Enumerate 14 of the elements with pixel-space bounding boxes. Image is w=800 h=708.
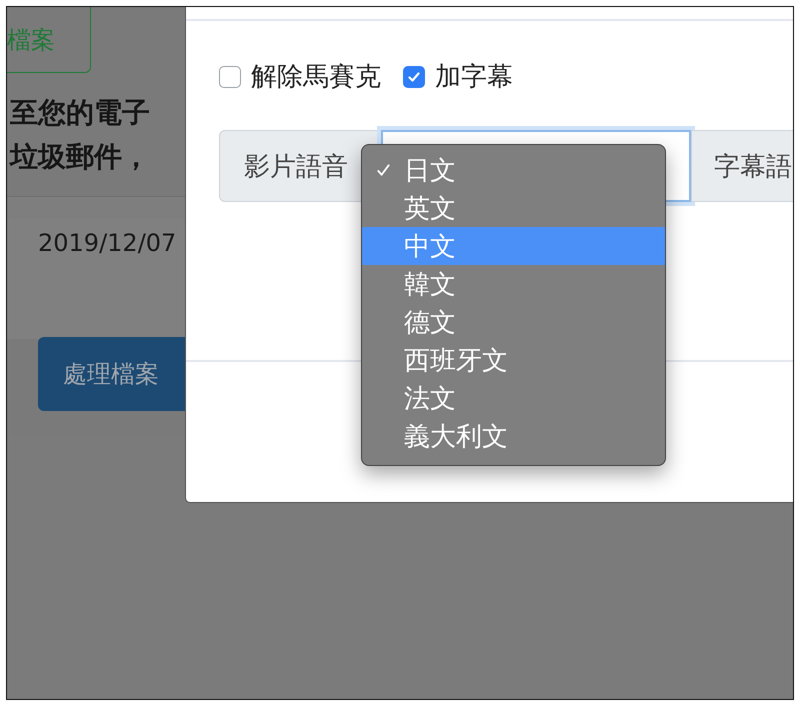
menu-option[interactable]: 中文	[362, 227, 665, 265]
subtitle-label: 字幕語	[691, 130, 793, 202]
date-text: 2019/12/07	[38, 228, 176, 257]
checkbox[interactable]	[403, 66, 425, 88]
menu-option[interactable]: 德文	[362, 303, 665, 341]
message-text: 至您的電子	[10, 95, 150, 131]
menu-option[interactable]: 西班牙文	[362, 341, 665, 379]
menu-option[interactable]: 法文	[362, 379, 665, 417]
menu-option[interactable]: 韓文	[362, 265, 665, 303]
checkbox-label: 加字幕	[435, 61, 513, 94]
menu-option[interactable]: 義大利文	[362, 417, 665, 455]
message-text: 垃圾郵件，	[10, 139, 150, 176]
checkbox-label: 解除馬賽克	[251, 61, 381, 94]
checkbox[interactable]	[219, 66, 241, 88]
